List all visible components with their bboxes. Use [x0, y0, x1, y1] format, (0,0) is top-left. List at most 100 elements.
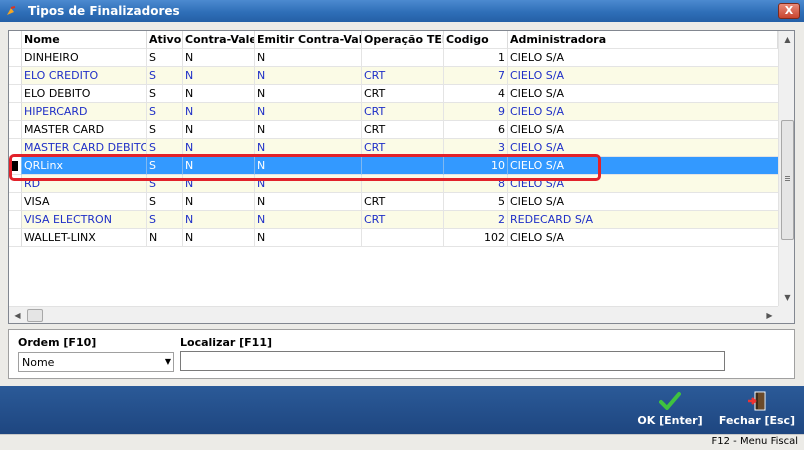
cell-codigo[interactable]: 6: [444, 121, 508, 139]
column-header-administradora[interactable]: Administradora: [508, 31, 778, 49]
cell-administradora[interactable]: CIELO S/A: [508, 67, 778, 85]
exit-button-label: Fechar [Esc]: [718, 414, 796, 427]
cell-ativo[interactable]: S: [147, 121, 183, 139]
cell-contra-vale[interactable]: N: [183, 229, 255, 247]
cell-codigo[interactable]: 4: [444, 85, 508, 103]
app-icon: [0, 0, 22, 22]
cell-nome[interactable]: VISA: [22, 193, 147, 211]
action-bar: OK [Enter] Fechar [Esc]: [0, 386, 804, 434]
cell-ativo[interactable]: S: [147, 49, 183, 67]
column-header-codigo[interactable]: Codigo: [444, 31, 508, 49]
grid-header-row: Nome Ativo Contra-Vale Emitir Contra-Val…: [9, 31, 778, 49]
cell-emitir-contra-vale[interactable]: N: [255, 103, 362, 121]
row-indicator: [9, 229, 22, 247]
cell-codigo[interactable]: 9: [444, 103, 508, 121]
table-row[interactable]: DINHEIRO S N N 1 CIELO S/A: [9, 49, 778, 67]
table-row[interactable]: VISA S N N CRT 5 CIELO S/A: [9, 193, 778, 211]
finalizadores-grid[interactable]: Nome Ativo Contra-Vale Emitir Contra-Val…: [8, 30, 795, 324]
scroll-left-icon[interactable]: ◀: [9, 307, 26, 323]
cell-operacao-tef[interactable]: [362, 49, 444, 67]
cell-operacao-tef[interactable]: CRT: [362, 121, 444, 139]
checkmark-icon: [634, 388, 706, 414]
cell-ativo[interactable]: S: [147, 67, 183, 85]
table-row[interactable]: WALLET-LINX N N N 102 CIELO S/A: [9, 229, 778, 247]
cell-administradora[interactable]: CIELO S/A: [508, 103, 778, 121]
close-button[interactable]: X: [778, 3, 800, 19]
scroll-up-icon[interactable]: ▲: [779, 31, 794, 48]
cell-nome[interactable]: HIPERCARD: [22, 103, 147, 121]
horizontal-scrollbar[interactable]: ◀ ▶: [9, 306, 778, 323]
column-header-emitir-contra-vale[interactable]: Emitir Contra-Vale: [255, 31, 362, 49]
vertical-scrollbar[interactable]: ▲ ▼: [778, 31, 794, 306]
cell-emitir-contra-vale[interactable]: N: [255, 67, 362, 85]
cell-emitir-contra-vale[interactable]: N: [255, 121, 362, 139]
table-row[interactable]: VISA ELECTRON S N N CRT 2 REDECARD S/A: [9, 211, 778, 229]
cell-administradora[interactable]: CIELO S/A: [508, 49, 778, 67]
cell-nome[interactable]: ELO CREDITO: [22, 67, 147, 85]
scroll-down-icon[interactable]: ▼: [779, 289, 794, 306]
row-indicator: [9, 103, 22, 121]
cell-administradora[interactable]: CIELO S/A: [508, 85, 778, 103]
cell-ativo[interactable]: S: [147, 103, 183, 121]
cell-operacao-tef[interactable]: CRT: [362, 103, 444, 121]
cell-ativo[interactable]: S: [147, 211, 183, 229]
cell-operacao-tef[interactable]: CRT: [362, 211, 444, 229]
table-row[interactable]: ELO DEBITO S N N CRT 4 CIELO S/A: [9, 85, 778, 103]
ok-button[interactable]: OK [Enter]: [634, 388, 706, 432]
cell-operacao-tef[interactable]: CRT: [362, 85, 444, 103]
exit-button[interactable]: Fechar [Esc]: [717, 388, 797, 432]
cell-operacao-tef[interactable]: CRT: [362, 193, 444, 211]
cell-administradora[interactable]: CIELO S/A: [508, 229, 778, 247]
ok-button-label: OK [Enter]: [637, 414, 703, 427]
search-input[interactable]: [180, 351, 725, 371]
cell-emitir-contra-vale[interactable]: N: [255, 49, 362, 67]
cell-emitir-contra-vale[interactable]: N: [255, 193, 362, 211]
cell-codigo[interactable]: 7: [444, 67, 508, 85]
vertical-scroll-thumb[interactable]: [781, 120, 794, 240]
cell-contra-vale[interactable]: N: [183, 193, 255, 211]
cell-administradora[interactable]: REDECARD S/A: [508, 211, 778, 229]
chevron-down-icon[interactable]: ▼: [165, 355, 171, 369]
column-header-ativo[interactable]: Ativo: [147, 31, 183, 49]
cell-ativo[interactable]: N: [147, 229, 183, 247]
cell-emitir-contra-vale[interactable]: N: [255, 85, 362, 103]
cell-ativo[interactable]: S: [147, 193, 183, 211]
cell-contra-vale[interactable]: N: [183, 121, 255, 139]
grip-icon: [785, 176, 790, 177]
cell-administradora[interactable]: CIELO S/A: [508, 193, 778, 211]
cell-contra-vale[interactable]: N: [183, 103, 255, 121]
column-header-operacao-tef[interactable]: Operação TEF: [362, 31, 444, 49]
order-select[interactable]: Nome ▼: [18, 352, 174, 372]
cell-contra-vale[interactable]: N: [183, 67, 255, 85]
search-label: Localizar [F11]: [180, 336, 273, 349]
cell-contra-vale[interactable]: N: [183, 211, 255, 229]
cell-contra-vale[interactable]: N: [183, 49, 255, 67]
cell-nome[interactable]: MASTER CARD: [22, 121, 147, 139]
cell-emitir-contra-vale[interactable]: N: [255, 229, 362, 247]
cell-nome[interactable]: DINHEIRO: [22, 49, 147, 67]
cell-administradora[interactable]: CIELO S/A: [508, 121, 778, 139]
title-bar: Tipos de Finalizadores X: [0, 0, 804, 22]
filter-panel: Ordem [F10] Nome ▼ Localizar [F11]: [8, 329, 795, 379]
scroll-right-icon[interactable]: ▶: [761, 307, 778, 323]
cell-operacao-tef[interactable]: CRT: [362, 67, 444, 85]
status-bar: F12 - Menu Fiscal: [0, 434, 804, 450]
cell-codigo[interactable]: 1: [444, 49, 508, 67]
horizontal-scroll-thumb[interactable]: [27, 309, 43, 322]
scroll-corner: [778, 306, 794, 323]
column-header-nome[interactable]: Nome: [22, 31, 147, 49]
table-row[interactable]: MASTER CARD S N N CRT 6 CIELO S/A: [9, 121, 778, 139]
table-row[interactable]: ELO CREDITO S N N CRT 7 CIELO S/A: [9, 67, 778, 85]
cell-ativo[interactable]: S: [147, 85, 183, 103]
table-row[interactable]: HIPERCARD S N N CRT 9 CIELO S/A: [9, 103, 778, 121]
cell-operacao-tef[interactable]: [362, 229, 444, 247]
cell-nome[interactable]: WALLET-LINX: [22, 229, 147, 247]
cell-nome[interactable]: VISA ELECTRON: [22, 211, 147, 229]
cell-codigo[interactable]: 102: [444, 229, 508, 247]
column-header-contra-vale[interactable]: Contra-Vale: [183, 31, 255, 49]
cell-contra-vale[interactable]: N: [183, 85, 255, 103]
cell-emitir-contra-vale[interactable]: N: [255, 211, 362, 229]
cell-codigo[interactable]: 5: [444, 193, 508, 211]
cell-codigo[interactable]: 2: [444, 211, 508, 229]
cell-nome[interactable]: ELO DEBITO: [22, 85, 147, 103]
